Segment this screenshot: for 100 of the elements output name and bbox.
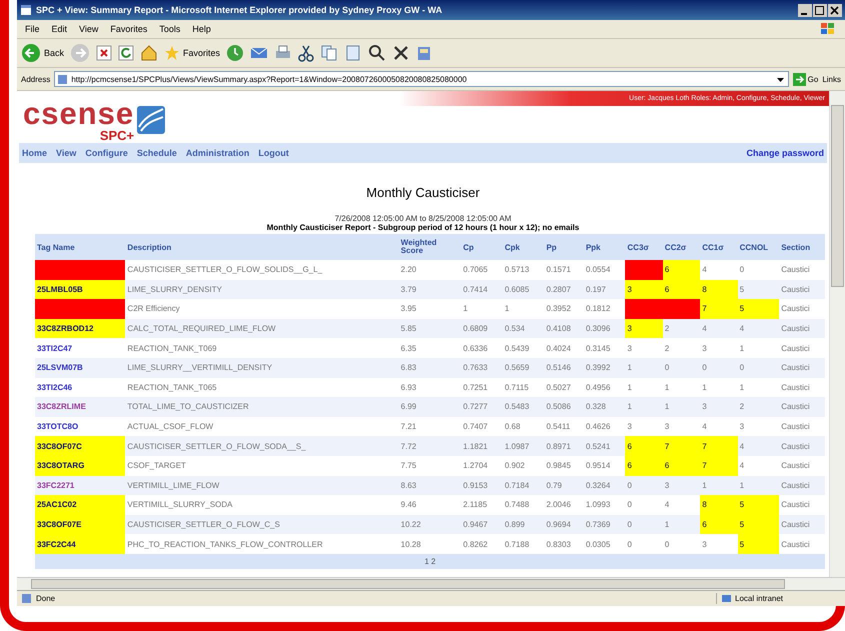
table-cell: VERTIMILL_SLURRY_SODA	[125, 495, 399, 515]
table-cell-text: 0.0305	[584, 538, 612, 551]
table-cell: Caustici	[779, 280, 825, 300]
tag-cell[interactable]	[35, 299, 126, 319]
table-cell: REACTION_TANK_T069	[125, 338, 399, 358]
nav-link[interactable]: Schedule	[136, 148, 177, 158]
zone-text: Local intranet	[735, 594, 784, 603]
arrow-left-icon	[21, 43, 41, 63]
column-header: CCNOL	[738, 234, 780, 260]
table-cell: 6	[700, 514, 738, 534]
table-cell: 9.46	[398, 495, 462, 515]
table-cell: CSOF_TARGET	[125, 456, 399, 476]
table-cell: 6.35	[398, 338, 462, 358]
nav-link[interactable]: Configure	[85, 148, 128, 158]
nav-link[interactable]: Administration	[186, 148, 250, 158]
table-cell: 1	[502, 299, 544, 319]
table-cell: 4	[700, 416, 738, 436]
tag-cell[interactable]: 33TOTC8O	[35, 416, 126, 436]
tag-cell[interactable]: 33C8OF07C	[35, 436, 126, 456]
report-subtitle: Monthly Causticiser Report - Subgroup period of 12 hours (1 hour x 12); no emails	[266, 223, 580, 232]
stop-icon[interactable]	[96, 45, 112, 61]
table-cell: Caustici	[779, 338, 825, 358]
table-cell: 0.7369	[584, 514, 626, 534]
minimize-icon[interactable]	[798, 4, 812, 16]
menu-item[interactable]: Edit	[52, 24, 68, 34]
tag-cell[interactable]: 25LSVM07B	[35, 358, 126, 378]
paste-icon[interactable]	[344, 44, 362, 62]
table-cell: 4	[662, 495, 700, 515]
home-icon[interactable]	[140, 44, 158, 62]
favorites-button[interactable]: Favorites	[164, 45, 220, 61]
table-cell: 0.9694	[544, 514, 584, 534]
change-password-link[interactable]: Change password	[746, 148, 824, 158]
tag-cell[interactable]: 33FC2C44	[35, 534, 126, 554]
scissors-icon[interactable]	[298, 44, 314, 62]
column-header: CC3σ	[625, 234, 663, 260]
nav-link[interactable]: Home	[22, 148, 48, 158]
history-icon[interactable]	[226, 44, 244, 62]
table-cell: 7	[700, 299, 738, 319]
menu-item[interactable]: File	[25, 24, 40, 34]
tag-cell[interactable]: 33FC2271	[35, 476, 126, 496]
tag-cell[interactable]: 33C8OF07E	[35, 514, 126, 534]
links-button[interactable]: Links	[822, 74, 841, 84]
refresh-icon[interactable]	[118, 45, 134, 61]
tag-cell[interactable]: 33C8ZRLIME	[35, 397, 126, 417]
table-cell: 3	[738, 416, 780, 436]
table-cell: LIME_SLURRY__VERTIMILL_DENSITY	[125, 358, 399, 378]
horizontal-scrollbar[interactable]	[17, 577, 845, 590]
table-cell-text: 3	[701, 538, 708, 551]
menu-item[interactable]: Favorites	[110, 24, 148, 34]
go-button[interactable]: Go	[792, 72, 818, 86]
book-icon[interactable]	[416, 44, 432, 62]
table-cell: 5	[738, 534, 780, 554]
tag-cell[interactable]: 25LMBL05B	[35, 280, 126, 300]
table-cell: 3.79	[398, 280, 462, 300]
table-cell: 3	[625, 338, 663, 358]
menu-item[interactable]: View	[79, 24, 98, 34]
search-icon[interactable]	[368, 44, 386, 62]
tag-cell[interactable]: 33C8OTARG	[35, 456, 126, 476]
table-cell: 0.1571	[544, 260, 584, 280]
menu-item[interactable]: Tools	[159, 24, 180, 34]
vertical-scrollbar[interactable]	[829, 91, 845, 577]
table-cell: 0.6336	[461, 338, 503, 358]
table-cell: 0.4108	[544, 318, 584, 338]
table-cell: 2.1185	[461, 495, 503, 515]
tag-cell[interactable]: 33TI2C46	[35, 378, 126, 398]
tag-cell[interactable]: 25AC1C02	[35, 495, 126, 515]
star-icon	[164, 45, 180, 61]
copy-icon[interactable]	[320, 44, 338, 62]
table-cell: 0.5439	[502, 338, 544, 358]
table-cell: 3	[625, 416, 663, 436]
tag-cell[interactable]: 33TI2C47	[35, 338, 126, 358]
table-cell: ACTUAL_CSOF_FLOW	[125, 416, 399, 436]
page-icon	[21, 593, 32, 604]
close-icon[interactable]	[828, 4, 842, 16]
table-cell: 0	[738, 260, 780, 280]
table-cell: 2.20	[398, 260, 462, 280]
column-header: Tag Name	[35, 234, 126, 260]
column-header: CC1σ	[700, 234, 738, 260]
table-cell: 0.7184	[502, 476, 544, 496]
maximize-icon[interactable]	[813, 4, 827, 16]
table-cell: 0.7488	[502, 495, 544, 515]
pager[interactable]: 1 2	[35, 554, 825, 569]
table-cell: 0.9845	[544, 456, 584, 476]
menu-item[interactable]: Help	[192, 24, 211, 34]
table-cell: 3.95	[398, 299, 462, 319]
back-button[interactable]: Back	[21, 43, 64, 63]
report-period: 7/26/2008 12:05:00 AM to 8/25/2008 12:05:00 AM	[334, 214, 512, 223]
table-cell: 8	[700, 280, 738, 300]
tag-cell[interactable]	[35, 260, 126, 280]
tag-cell[interactable]: 33C8ZRBOD12	[35, 318, 126, 338]
table-cell: 0.9153	[461, 476, 503, 496]
table-cell: 6	[625, 456, 663, 476]
address-field[interactable]: http://pcmcsense1/SPCPlus/Views/ViewSummary.aspx?Report=1&Window=2008072600050820080825080000	[54, 71, 789, 87]
table-cell: 0.7277	[461, 397, 503, 417]
table-cell: 10.22	[398, 514, 462, 534]
browser-icon	[20, 4, 32, 16]
table-cell: 0.4626	[584, 416, 626, 436]
table-cell: Caustici	[779, 378, 825, 398]
nav-link[interactable]: View	[56, 148, 76, 158]
nav-link[interactable]: Logout	[258, 148, 289, 158]
